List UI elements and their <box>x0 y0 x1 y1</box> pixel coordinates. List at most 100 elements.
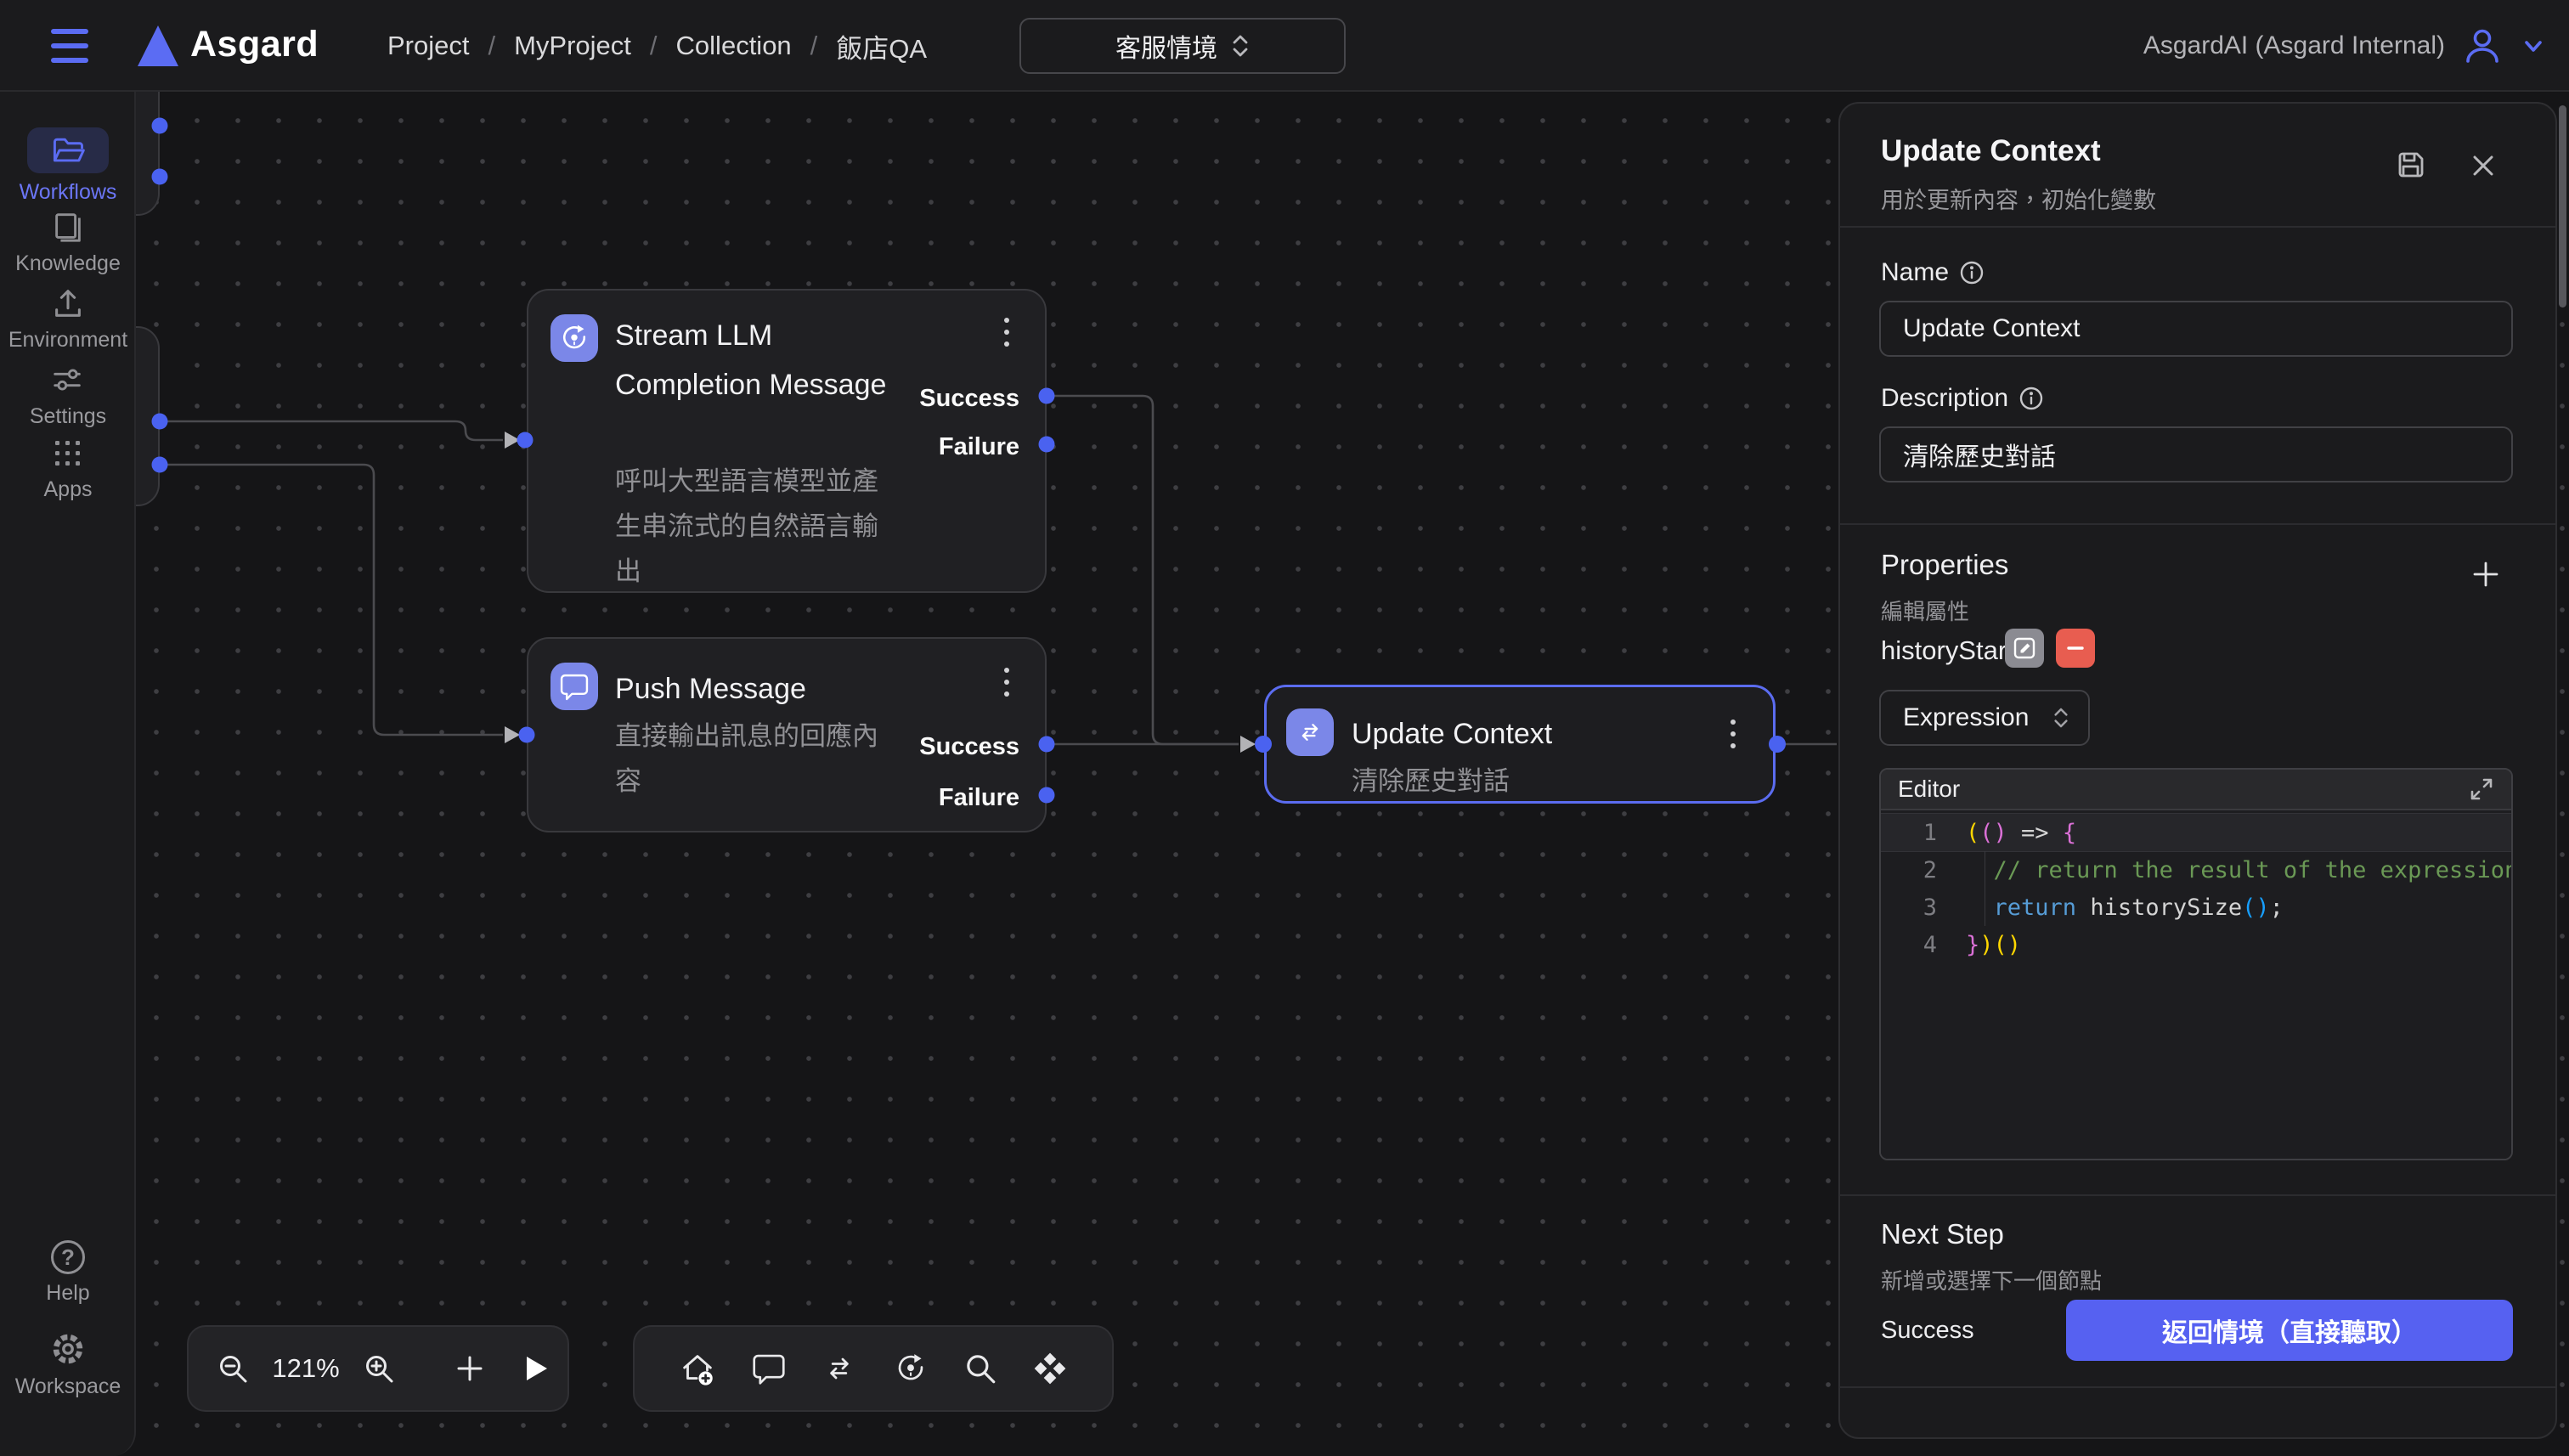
editor-title: Editor <box>1898 776 1960 803</box>
book-icon <box>50 209 86 245</box>
remove-property-button[interactable] <box>2056 629 2095 668</box>
edit-pencil-icon <box>2012 635 2037 661</box>
user-icon <box>2462 25 2503 66</box>
node-palette-toolbar <box>633 1325 1114 1412</box>
chevron-up-down-icon <box>1231 33 1250 59</box>
breadcrumb-workflow[interactable]: 飯店QA <box>836 27 927 65</box>
breadcrumb-myproject[interactable]: MyProject <box>514 31 631 61</box>
node-title: Stream LLM Completion Message <box>615 311 895 409</box>
sidebar-item-label: Environment <box>8 328 127 353</box>
zoom-out-button[interactable] <box>216 1352 250 1385</box>
info-icon <box>1959 260 1985 285</box>
breadcrumb-collection[interactable]: Collection <box>676 31 792 61</box>
node-title: Push Message <box>615 664 1006 714</box>
add-start-node-button[interactable] <box>678 1349 717 1388</box>
search-nodes-button[interactable] <box>963 1351 998 1386</box>
sidebar-item-label: Workspace <box>15 1374 121 1399</box>
editor-header: Editor <box>1881 770 2511 810</box>
code-line[interactable]: 1(() => { <box>1881 814 2511 851</box>
chevron-up-down-icon <box>2052 706 2069 730</box>
add-context-node-button[interactable] <box>821 1350 858 1387</box>
name-field-label: Name <box>1881 258 1985 287</box>
apps-grid-icon <box>51 437 85 471</box>
divider <box>1840 1386 2555 1388</box>
save-icon <box>2394 148 2428 182</box>
sidebar-item-apps[interactable]: Apps <box>0 437 136 502</box>
properties-subtitle: 編輯屬性 <box>1881 595 1969 626</box>
expression-editor: Editor 1(() => {2 // return the result o… <box>1879 768 2513 1160</box>
breadcrumb-separator: / <box>810 31 818 61</box>
sidebar-item-knowledge[interactable]: Knowledge <box>0 209 136 276</box>
save-button[interactable] <box>2394 148 2428 182</box>
account-label: AsgardAI (Asgard Internal) <box>2143 31 2445 60</box>
name-input[interactable] <box>1879 301 2513 357</box>
breadcrumb-separator: / <box>650 31 658 61</box>
editor-code[interactable]: 1(() => {2 // return the result of the e… <box>1881 810 2511 1160</box>
fit-view-button[interactable] <box>1031 1350 1069 1387</box>
next-step-subtitle: 新增或選擇下一個節點 <box>1881 1264 2102 1295</box>
next-step-branch-label: Success <box>1881 1317 1974 1345</box>
sidebar-item-label: Settings <box>30 404 106 429</box>
upload-icon <box>50 285 86 321</box>
breadcrumb-project[interactable]: Project <box>387 31 469 61</box>
code-line[interactable]: 4})() <box>1881 926 2511 963</box>
sidebar: Workflows Knowledge Environment Settings… <box>0 92 136 1456</box>
code-line[interactable]: 3 return historySize(); <box>1881 889 2511 926</box>
node-stream-llm[interactable]: Stream LLM Completion Message 呼叫大型語言模型並產… <box>527 289 1047 593</box>
expand-editor-button[interactable] <box>2469 776 2494 802</box>
scenario-selector[interactable]: 客服情境 <box>1019 18 1346 74</box>
output-label-failure: Failure <box>939 433 1019 461</box>
description-field-label: Description <box>1881 384 2044 413</box>
properties-title: Properties <box>1881 549 2008 581</box>
zoom-level: 121% <box>270 1353 342 1384</box>
add-llm-node-button[interactable] <box>892 1350 929 1387</box>
node-push-message[interactable]: Push Message 直接輸出訊息的回應內容 Success Failure <box>527 637 1047 832</box>
close-icon <box>2469 151 2498 180</box>
minus-icon <box>2064 637 2086 659</box>
add-button[interactable] <box>454 1352 486 1385</box>
breadcrumb: Project / MyProject / Collection / 飯店QA <box>387 0 927 92</box>
node-update-context[interactable]: Update Context 清除歷史對話 <box>1264 685 1776 804</box>
run-button[interactable] <box>522 1353 550 1384</box>
output-label-failure: Failure <box>939 784 1019 812</box>
sidebar-item-label: Help <box>46 1281 89 1306</box>
sidebar-item-help[interactable]: ? Help <box>0 1240 136 1306</box>
property-type-value: Expression <box>1903 703 2029 732</box>
divider <box>1840 1194 2555 1196</box>
node-menu-button[interactable] <box>1004 318 1011 347</box>
node-menu-button[interactable] <box>1731 720 1737 748</box>
next-step-target-button[interactable]: 返回情境（直接聽取） <box>2066 1300 2513 1361</box>
output-label-success: Success <box>919 385 1019 413</box>
push-message-icon <box>550 663 598 710</box>
description-input[interactable] <box>1879 426 2513 483</box>
asgard-logo-icon <box>134 22 182 70</box>
chevron-down-icon[interactable] <box>2520 32 2547 59</box>
zoom-in-button[interactable] <box>362 1352 396 1385</box>
menu-icon[interactable] <box>51 29 88 63</box>
plus-icon <box>2469 557 2503 591</box>
property-type-select[interactable]: Expression <box>1879 690 2090 746</box>
add-property-button[interactable] <box>2469 557 2503 591</box>
property-name: historyStart <box>1881 635 2014 666</box>
sidebar-item-settings[interactable]: Settings <box>0 362 136 429</box>
workflows-active-tile <box>27 127 109 173</box>
edit-property-button[interactable] <box>2005 629 2044 668</box>
sidebar-item-label: Workflows <box>20 180 117 205</box>
sidebar-item-label: Knowledge <box>15 251 121 276</box>
node-description: 清除歷史對話 <box>1352 759 1691 804</box>
panel-scrollbar[interactable] <box>2559 105 2566 308</box>
close-button[interactable] <box>2469 151 2498 180</box>
code-line[interactable]: 2 // return the result of the expression <box>1881 851 2511 889</box>
breadcrumb-separator: / <box>488 31 495 61</box>
sidebar-item-workspace[interactable]: Workspace <box>0 1330 136 1399</box>
account-menu[interactable]: AsgardAI (Asgard Internal) <box>2143 0 2547 92</box>
info-icon <box>2019 386 2044 411</box>
add-message-node-button[interactable] <box>750 1350 788 1387</box>
node-menu-button[interactable] <box>1004 668 1011 697</box>
sidebar-item-label: Apps <box>44 477 93 502</box>
node-description: 呼叫大型語言模型並產生串流式的自然語言輸出 <box>615 459 901 594</box>
output-label-success: Success <box>919 733 1019 761</box>
divider <box>1840 523 2555 525</box>
sidebar-item-workflows[interactable]: Workflows <box>0 127 136 205</box>
sidebar-item-environment[interactable]: Environment <box>0 285 136 353</box>
